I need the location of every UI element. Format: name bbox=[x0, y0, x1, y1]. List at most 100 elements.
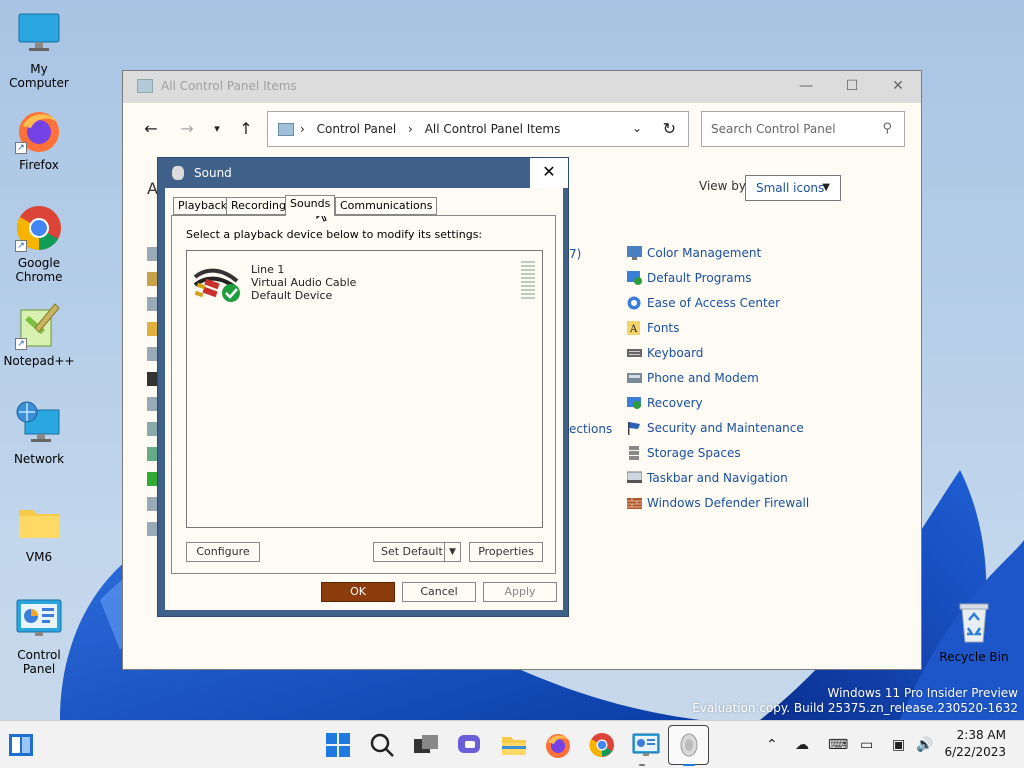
item-label: Phone and Modem bbox=[647, 371, 759, 385]
list-item[interactable]: Color Management bbox=[627, 245, 809, 270]
caret-down-icon: ▼ bbox=[822, 182, 830, 193]
refresh-icon[interactable]: ↻ bbox=[663, 119, 676, 138]
volume-icon[interactable]: 🔊 bbox=[916, 737, 933, 753]
view-by-value: Small icons bbox=[756, 181, 825, 195]
window-title: All Control Panel Items bbox=[161, 79, 297, 93]
list-item[interactable]: Windows Defender Firewall bbox=[627, 495, 809, 520]
list-item-icon bbox=[147, 347, 157, 361]
chevron-up-icon[interactable]: ⌃ bbox=[766, 737, 778, 753]
desktop-icon-recycle-bin[interactable]: Recycle Bin bbox=[936, 598, 1012, 664]
chevron-down-icon[interactable]: ⌄ bbox=[632, 121, 642, 135]
list-item[interactable]: Taskbar and Navigation bbox=[627, 470, 809, 495]
task-view-icon[interactable] bbox=[412, 731, 440, 759]
notepadpp-icon: ↗ bbox=[15, 302, 63, 350]
onedrive-offline-icon[interactable]: ☁ bbox=[795, 737, 809, 753]
firefox-icon[interactable] bbox=[544, 731, 572, 759]
search-icon[interactable] bbox=[368, 731, 396, 759]
configure-button[interactable]: Configure bbox=[186, 542, 260, 562]
chrome-icon[interactable] bbox=[588, 731, 616, 759]
network-icon[interactable]: ▣ bbox=[892, 737, 905, 753]
firefox-icon: ↗ bbox=[15, 106, 63, 154]
desktop-icon-vm6[interactable]: VM6 bbox=[1, 498, 77, 564]
title-bar[interactable]: All Control Panel Items — ☐ ✕ bbox=[123, 71, 921, 103]
list-item[interactable]: Default Programs bbox=[627, 270, 809, 295]
item-label: Security and Maintenance bbox=[647, 421, 804, 435]
apply-button[interactable]: Apply bbox=[483, 582, 557, 602]
dialog-title: Sound bbox=[194, 166, 232, 180]
item-label: Recovery bbox=[647, 396, 703, 410]
desktop-icon-control-panel[interactable]: Control Panel bbox=[1, 596, 77, 676]
view-by-dropdown[interactable]: Small icons ▼ bbox=[745, 175, 841, 201]
control-panel-icon bbox=[137, 79, 153, 93]
back-button[interactable]: ← bbox=[139, 111, 163, 147]
tab-recording[interactable]: Recording bbox=[226, 197, 292, 215]
recent-locations-button[interactable]: ▾ bbox=[205, 111, 229, 147]
minimize-button[interactable]: — bbox=[783, 71, 829, 103]
tab-playback[interactable]: Playback bbox=[173, 197, 233, 215]
keyboard-icon[interactable]: ⌨ bbox=[828, 737, 848, 753]
desktop-icon-firefox[interactable]: ↗ Firefox bbox=[1, 106, 77, 172]
desktop-icon-chrome[interactable]: ↗ Google Chrome bbox=[1, 204, 77, 284]
device-description: Virtual Audio Cable bbox=[251, 276, 357, 289]
list-item-partial[interactable]: 7) bbox=[569, 247, 581, 261]
device-name: Line 1 bbox=[251, 263, 285, 276]
desktop-icon-network[interactable]: Network bbox=[1, 400, 77, 466]
list-item[interactable]: Recovery bbox=[627, 395, 809, 420]
watermark-line: Evaluation copy. Build 25375.zn_release.… bbox=[692, 701, 1018, 715]
properties-button[interactable]: Properties bbox=[469, 542, 543, 562]
breadcrumb-separator-icon: › bbox=[300, 122, 305, 136]
tab-communications[interactable]: Communications bbox=[335, 197, 438, 215]
watermark-line: Windows 11 Pro Insider Preview bbox=[827, 686, 1018, 700]
list-item[interactable]: Line 1 Virtual Audio Cable Default Devic… bbox=[191, 259, 538, 305]
tab-sounds[interactable]: Sounds bbox=[285, 195, 336, 216]
close-button[interactable]: ✕ bbox=[530, 158, 568, 188]
touchpad-icon[interactable]: ▭ bbox=[860, 737, 873, 753]
close-button[interactable]: ✕ bbox=[875, 71, 921, 103]
desktop-icon-notepadpp[interactable]: ↗ Notepad++ bbox=[1, 302, 77, 368]
clock[interactable]: 2:38 AM 6/22/2023 bbox=[944, 727, 1006, 761]
sound-dialog[interactable]: Sound ✕ Playback Recording Sounds Commun… bbox=[157, 157, 569, 617]
list-item-icon bbox=[147, 422, 157, 436]
default-programs-icon bbox=[627, 271, 642, 285]
list-item[interactable]: Ease of Access Center bbox=[627, 295, 809, 320]
breadcrumb-item[interactable]: All Control Panel Items bbox=[425, 122, 561, 136]
list-item[interactable]: Keyboard bbox=[627, 345, 809, 370]
address-bar[interactable]: › Control Panel › All Control Panel Item… bbox=[267, 111, 689, 147]
widgets-icon[interactable] bbox=[8, 733, 34, 757]
breadcrumb-item[interactable]: Control Panel bbox=[317, 122, 397, 136]
desktop-icon-label: Notepad++ bbox=[3, 354, 75, 368]
chat-icon[interactable] bbox=[456, 731, 484, 759]
shortcut-arrow-icon: ↗ bbox=[15, 338, 27, 350]
instruction-text: Select a playback device below to modify… bbox=[186, 228, 483, 241]
list-item-partial[interactable]: ections bbox=[569, 422, 612, 436]
up-button[interactable]: ↑ bbox=[234, 111, 258, 147]
list-item[interactable]: Storage Spaces bbox=[627, 445, 809, 470]
maximize-button[interactable]: ☐ bbox=[829, 71, 875, 103]
list-item[interactable]: Phone and Modem bbox=[627, 370, 809, 395]
list-item-icon bbox=[147, 447, 157, 461]
control-panel-items: Color Management Default Programs Ease o… bbox=[627, 245, 809, 520]
item-label: Ease of Access Center bbox=[647, 296, 781, 310]
item-label: Fonts bbox=[647, 321, 680, 335]
ok-button[interactable]: OK bbox=[321, 582, 395, 602]
control-panel-icon[interactable] bbox=[632, 731, 660, 759]
device-status: Default Device bbox=[251, 289, 333, 302]
cancel-button[interactable]: Cancel bbox=[402, 582, 476, 602]
file-explorer-icon[interactable] bbox=[500, 731, 528, 759]
forward-button[interactable]: → bbox=[175, 111, 199, 147]
list-item[interactable]: A Fonts bbox=[627, 320, 809, 345]
set-default-button[interactable]: Set Default ▼ bbox=[373, 542, 461, 562]
start-icon[interactable] bbox=[324, 731, 352, 759]
firewall-icon bbox=[627, 498, 642, 509]
speaker-icon bbox=[172, 166, 184, 180]
taskbar-nav-icon bbox=[627, 471, 642, 483]
device-list[interactable]: Line 1 Virtual Audio Cable Default Devic… bbox=[186, 250, 543, 528]
list-item-icon bbox=[147, 372, 157, 386]
search-input[interactable]: Search Control Panel ⚲ bbox=[701, 111, 905, 147]
search-icon: ⚲ bbox=[882, 121, 892, 136]
desktop-icon-my-computer[interactable]: My Computer bbox=[1, 10, 77, 90]
list-item[interactable]: Security and Maintenance bbox=[627, 420, 809, 445]
caret-down-icon[interactable]: ▼ bbox=[444, 543, 460, 561]
item-label: Windows Defender Firewall bbox=[647, 496, 810, 510]
item-label: Storage Spaces bbox=[647, 446, 741, 460]
